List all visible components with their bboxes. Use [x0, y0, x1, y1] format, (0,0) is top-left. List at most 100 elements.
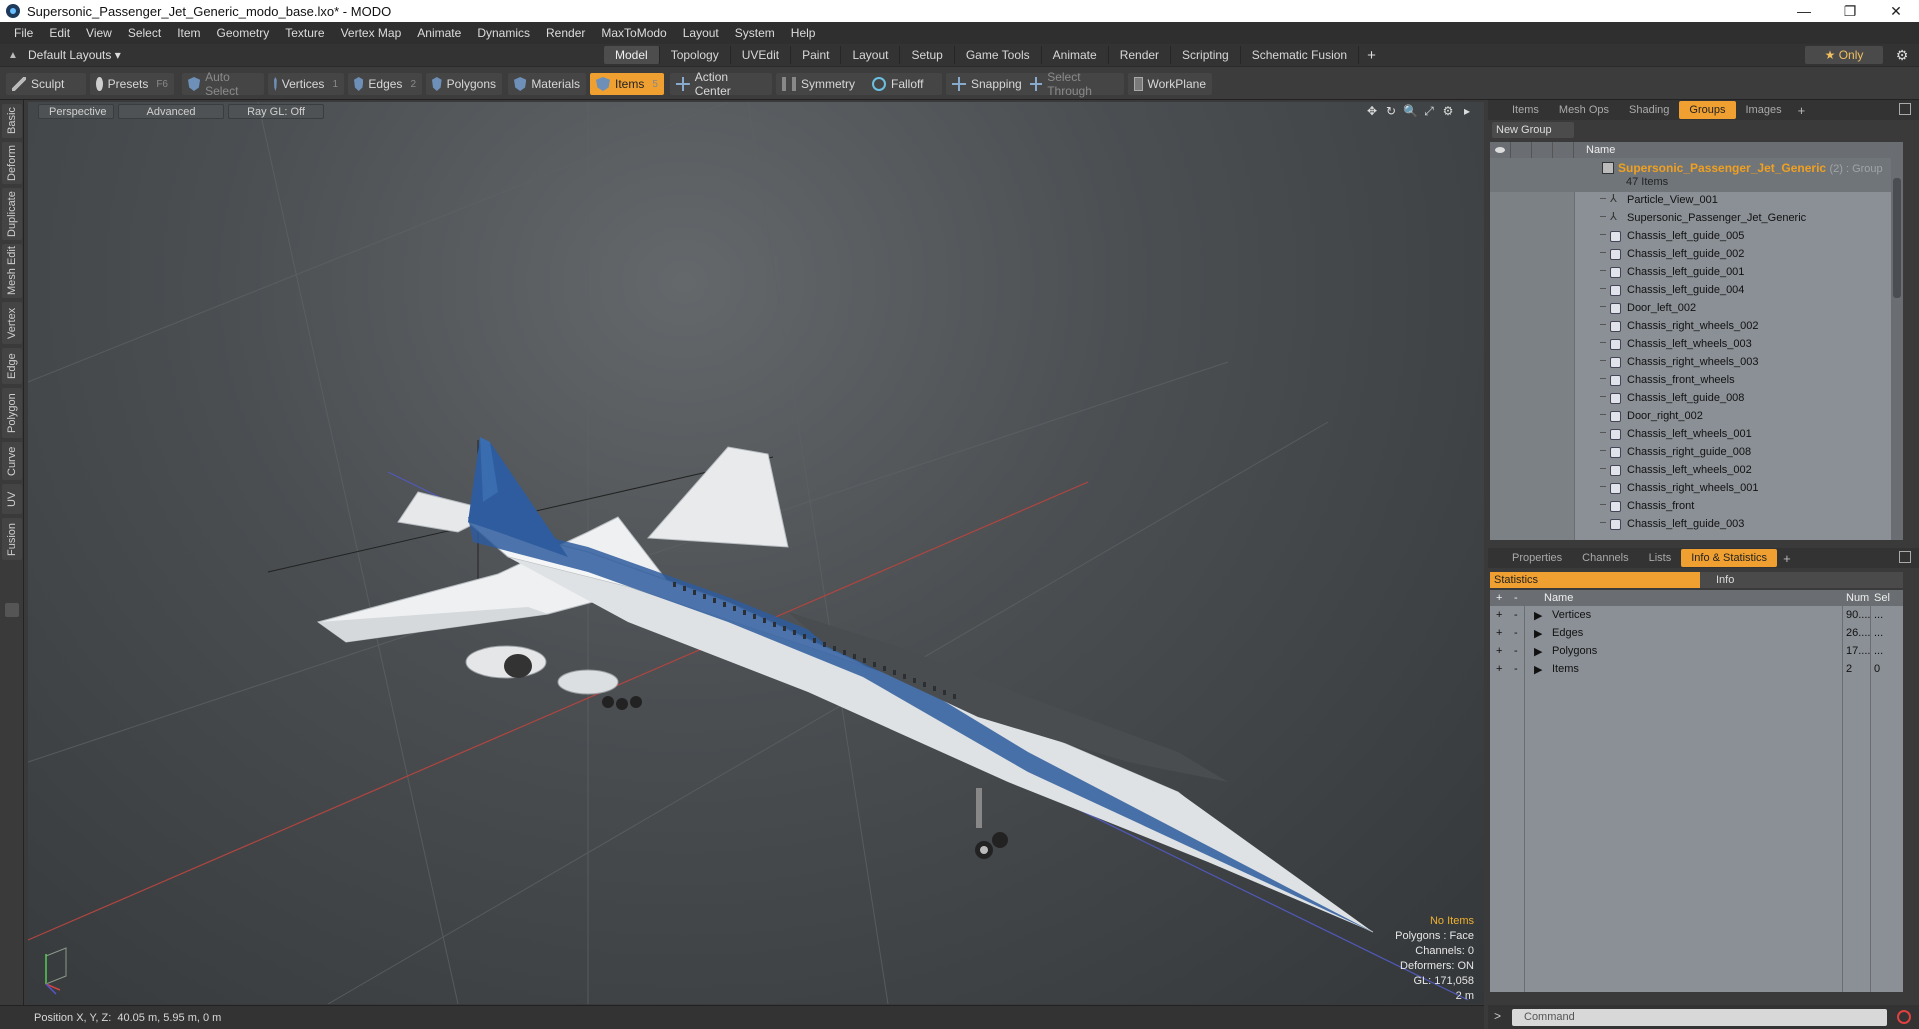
default-layouts-dropdown[interactable]: Default Layouts ▾ [28, 48, 588, 62]
tab-topology[interactable]: Topology [660, 46, 731, 64]
group-row[interactable]: Supersonic_Passenger_Jet_Generic (2) : G… [1490, 158, 1903, 192]
tab-info-statistics[interactable]: Info & Statistics [1681, 549, 1778, 567]
tab-groups[interactable]: Groups [1679, 101, 1736, 119]
vtab-edge[interactable]: Edge [2, 348, 22, 384]
list-item[interactable]: Chassis_left_wheels_002 [1490, 462, 1903, 480]
shading-dropdown[interactable]: Advanced [118, 103, 224, 119]
add-bottom-tab-button[interactable]: + [1777, 551, 1797, 566]
expand-all-icon[interactable]: + [1496, 592, 1502, 604]
list-item[interactable]: Chassis_left_guide_008 [1490, 390, 1903, 408]
tool-options-toggle[interactable] [5, 603, 19, 617]
tab-scripting[interactable]: Scripting [1171, 46, 1241, 64]
record-macro-icon[interactable] [1897, 1010, 1911, 1024]
vtab-curve[interactable]: Curve [2, 442, 22, 480]
pan-icon[interactable]: ✥ [1365, 104, 1379, 118]
menu-geometry[interactable]: Geometry [209, 26, 278, 40]
table-row[interactable]: + - ▶ Polygons 17.... ... [1490, 642, 1903, 660]
subtab-info[interactable]: Info [1700, 572, 1903, 588]
subtab-statistics[interactable]: Statistics [1490, 572, 1700, 588]
list-item[interactable]: Chassis_left_guide_003 [1490, 516, 1903, 534]
render-column-header[interactable] [1511, 142, 1532, 158]
collapse-all-icon[interactable]: - [1514, 592, 1518, 604]
tab-game-tools[interactable]: Game Tools [955, 46, 1042, 64]
tab-paint[interactable]: Paint [791, 46, 842, 64]
sculpt-button[interactable]: Sculpt [6, 73, 86, 95]
layout-collapse-icon[interactable]: ▲ [8, 50, 22, 61]
menu-vertex-map[interactable]: Vertex Map [333, 26, 410, 40]
vtab-vertex[interactable]: Vertex [2, 302, 22, 344]
name-column-header[interactable]: Name [1574, 144, 1615, 156]
vtab-polygon[interactable]: Polygon [2, 388, 22, 438]
add-layout-tab-button[interactable]: + [1359, 47, 1384, 64]
tab-shading[interactable]: Shading [1619, 101, 1679, 119]
list-item[interactable]: Chassis_right_guide_008 [1490, 444, 1903, 462]
vtab-basic[interactable]: Basic [2, 104, 22, 138]
tab-properties[interactable]: Properties [1502, 549, 1572, 567]
tab-model[interactable]: Model [604, 46, 660, 64]
scene-render[interactable] [28, 102, 1484, 1004]
tree-scrollbar[interactable] [1891, 158, 1903, 540]
materials-button[interactable]: Materials [508, 73, 586, 95]
menu-texture[interactable]: Texture [277, 26, 332, 40]
list-item[interactable]: Supersonic_Passenger_Jet_Generic [1490, 210, 1903, 228]
command-input[interactable]: Command [1512, 1009, 1887, 1026]
menu-view[interactable]: View [78, 26, 120, 40]
close-button[interactable]: ✕ [1873, 0, 1919, 22]
menu-dynamics[interactable]: Dynamics [469, 26, 538, 40]
vtab-deform[interactable]: Deform [2, 142, 22, 184]
menu-file[interactable]: File [6, 26, 41, 40]
list-item[interactable]: Chassis_left_wheels_003 [1490, 336, 1903, 354]
maximize-button[interactable]: ❐ [1827, 0, 1873, 22]
presets-button[interactable]: Presets F6 [90, 73, 174, 95]
table-row[interactable]: + - ▶ Vertices 90.... ... [1490, 606, 1903, 624]
menu-select[interactable]: Select [120, 26, 169, 40]
menu-help[interactable]: Help [783, 26, 824, 40]
list-item[interactable]: Chassis_right_wheels_002 [1490, 318, 1903, 336]
select-column-header[interactable] [1553, 142, 1574, 158]
only-toggle-button[interactable]: ★ Only [1805, 46, 1883, 64]
menu-render[interactable]: Render [538, 26, 593, 40]
zoom-icon[interactable]: 🔍 [1403, 104, 1418, 118]
new-group-button[interactable]: New Group [1492, 122, 1574, 138]
tab-items[interactable]: Items [1502, 101, 1549, 119]
viewport-expand-arrow-icon[interactable]: ▸ [1460, 104, 1474, 118]
vertices-button[interactable]: Vertices 1 [268, 73, 344, 95]
tab-mesh-ops[interactable]: Mesh Ops [1549, 101, 1619, 119]
menu-edit[interactable]: Edit [41, 26, 78, 40]
3d-viewport[interactable]: Perspective Advanced Ray GL: Off ✥ ↻ 🔍 ⤢… [28, 102, 1484, 1004]
lock-column-header[interactable] [1532, 142, 1553, 158]
maximize-viewport-icon[interactable]: ⤢ [1422, 104, 1436, 118]
tab-uvedit[interactable]: UVEdit [731, 46, 792, 64]
expand-panel-icon[interactable] [1899, 103, 1911, 115]
list-item[interactable]: Chassis_front_wheels [1490, 372, 1903, 390]
tab-setup[interactable]: Setup [900, 46, 955, 64]
visibility-column-header[interactable] [1490, 142, 1511, 158]
auto-select-button[interactable]: Auto Select [182, 70, 264, 98]
symmetry-button[interactable]: Symmetry [776, 73, 868, 95]
tab-images[interactable]: Images [1736, 101, 1792, 119]
list-item[interactable]: Door_left_002 [1490, 300, 1903, 318]
snapping-button[interactable]: Snapping [946, 73, 1030, 95]
view-mode-dropdown[interactable]: Perspective [38, 103, 114, 119]
vtab-fusion[interactable]: Fusion [2, 518, 22, 560]
table-row[interactable]: + - ▶ Edges 26.... ... [1490, 624, 1903, 642]
raygl-dropdown[interactable]: Ray GL: Off [228, 103, 324, 119]
menu-animate[interactable]: Animate [409, 26, 469, 40]
add-panel-tab-button[interactable]: + [1792, 103, 1812, 118]
expand-bottom-panel-icon[interactable] [1899, 551, 1911, 563]
tree-scroll-thumb[interactable] [1893, 178, 1901, 298]
tab-channels[interactable]: Channels [1572, 549, 1638, 567]
menu-layout[interactable]: Layout [675, 26, 727, 40]
list-item[interactable]: Chassis_front [1490, 498, 1903, 516]
polygons-button[interactable]: Polygons [426, 73, 502, 95]
action-center-button[interactable]: Action Center [670, 70, 772, 98]
tab-layout[interactable]: Layout [841, 46, 901, 64]
tab-render[interactable]: Render [1109, 46, 1172, 64]
list-item[interactable]: Chassis_left_guide_004 [1490, 282, 1903, 300]
list-item[interactable]: Chassis_left_guide_002 [1490, 246, 1903, 264]
edges-button[interactable]: Edges 2 [348, 73, 422, 95]
list-item[interactable]: Door_right_002 [1490, 408, 1903, 426]
rotate-icon[interactable]: ↻ [1384, 104, 1398, 118]
vtab-mesh-edit[interactable]: Mesh Edit [2, 244, 22, 298]
menu-maxtomodo[interactable]: MaxToModo [593, 26, 674, 40]
